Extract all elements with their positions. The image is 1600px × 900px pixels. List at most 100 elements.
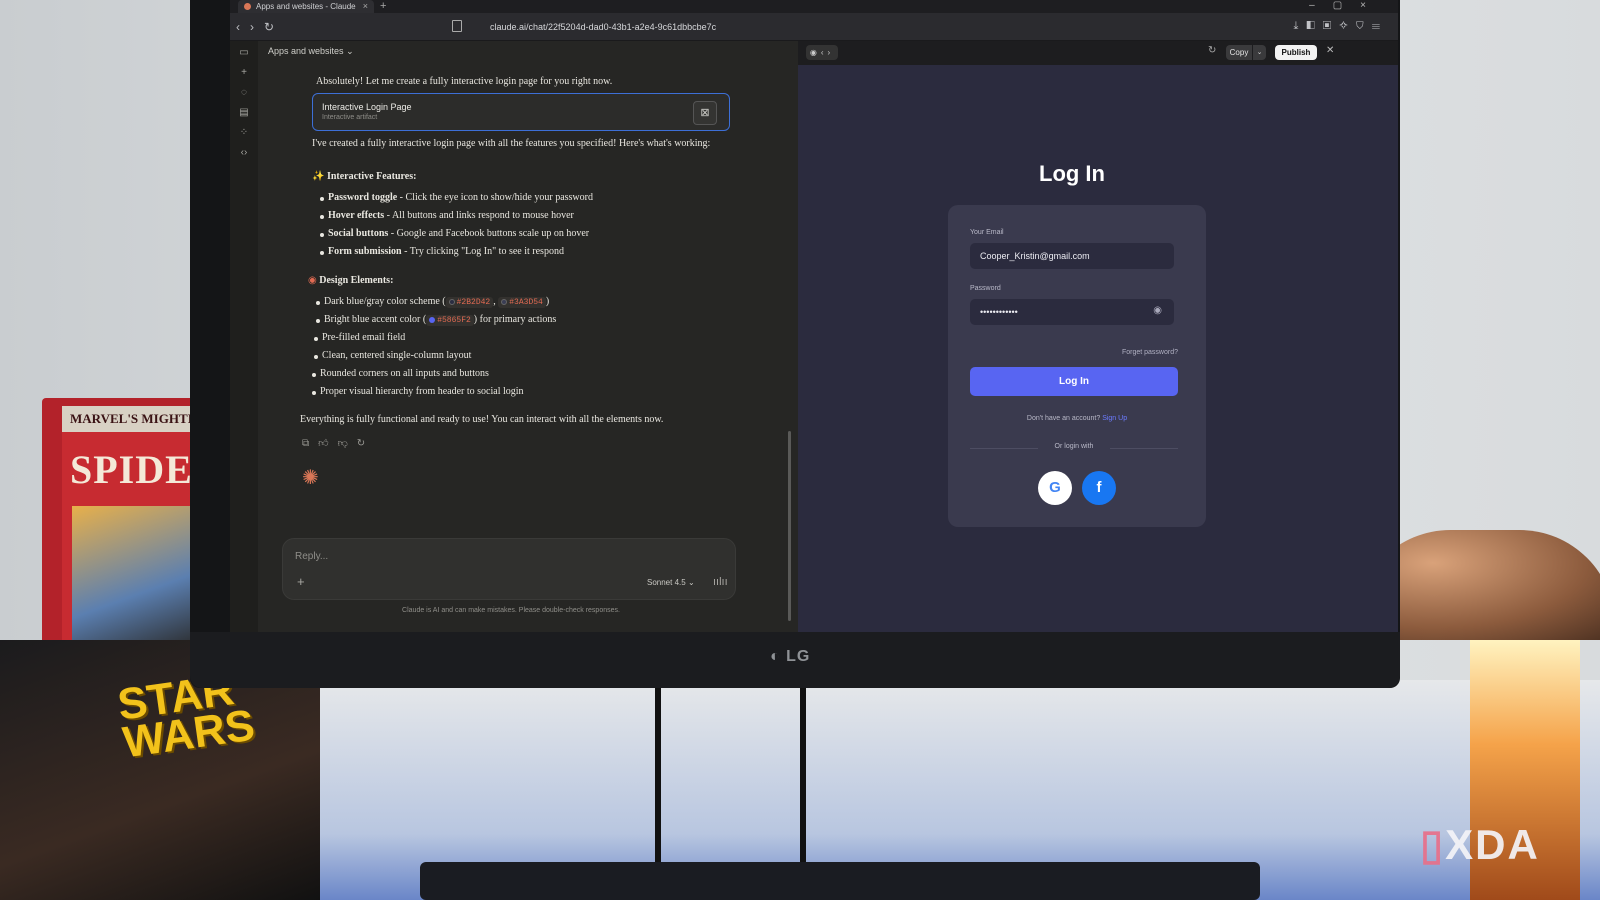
sign-up-link[interactable]: Sign Up (1102, 415, 1127, 422)
claude-spark-icon: ✺ (302, 467, 319, 489)
sidebar-rail: ▭ + ◌ ▤ ⁘ ‹› (230, 41, 258, 632)
monitor-cable (800, 680, 806, 870)
no-account-text: Don't have an account? (1026, 415, 1101, 422)
code-icon: ‹› (820, 48, 835, 57)
code-icon[interactable]: ‹› (230, 147, 258, 158)
artifact-open-icon[interactable]: ⊠ (693, 101, 717, 125)
design-text: Bright blue accent color ( (324, 314, 427, 325)
bullet (320, 233, 324, 237)
email-field[interactable]: Cooper_Kristin@gmail.com (970, 243, 1174, 269)
refresh-icon[interactable]: ↻ (1208, 45, 1216, 56)
google-login-button[interactable]: G (1038, 471, 1072, 505)
scrollbar[interactable] (788, 431, 791, 621)
tab-claude[interactable]: Apps and websites - Claude × (238, 0, 374, 13)
login-title: Log In (1039, 161, 1105, 186)
design-item: Pre-filled email field (322, 332, 406, 343)
feature-desc: - Try clicking "Log In" to see it respon… (401, 246, 564, 257)
sparkle-icon: ✨ (312, 171, 325, 182)
summary-text: I've created a fully interactive login p… (312, 138, 711, 149)
chats-icon[interactable]: ◌ (230, 87, 258, 98)
design-text: ) for primary actions (473, 314, 557, 325)
feature-item: Password toggle - Click the eye icon to … (328, 192, 593, 203)
feature-desc: - All buttons and links respond to mouse… (384, 210, 574, 221)
new-tab-icon[interactable]: + (380, 0, 386, 12)
swatch-icon (501, 298, 508, 305)
project-name: Apps and websites (268, 46, 344, 56)
bullet (320, 251, 324, 255)
swatch-icon (429, 316, 436, 323)
new-chat-icon[interactable]: + (230, 67, 258, 78)
project-selector[interactable]: Apps and websites ⌄ (268, 46, 354, 57)
book-art (72, 506, 202, 646)
message-actions[interactable]: ⧉👍︎👎︎↻ (302, 437, 374, 449)
close-icon[interactable]: ✕ (1326, 45, 1334, 56)
feature-name: Social buttons (328, 228, 389, 239)
publish-button[interactable]: Publish (1275, 45, 1317, 60)
projects-icon[interactable]: ▤ (230, 107, 258, 118)
artifact-title: Interactive Login Page (322, 102, 412, 112)
preview-code-toggle[interactable]: ◉‹› (806, 45, 838, 60)
login-button[interactable]: Log In (970, 367, 1178, 396)
claude-favicon-icon (244, 3, 251, 10)
browser-toolbar: ‹›↻ claude.ai/chat/22f5204d-dad0-43b1-a2… (230, 13, 1398, 41)
or-login-text: Or login with (1038, 443, 1110, 450)
feature-desc: - Click the eye icon to show/hide your p… (397, 192, 593, 203)
nav-buttons[interactable]: ‹›↻ (236, 20, 284, 34)
signup-row: Don't have an account? Sign Up (948, 415, 1206, 422)
design-heading-text: Design Elements: (319, 275, 394, 286)
book-title: SPIDE (70, 447, 193, 492)
add-attachment-icon[interactable]: + (297, 574, 305, 589)
forgot-password-link[interactable]: Forget password? (1122, 349, 1178, 356)
design-item: Dark blue/gray color scheme (#2B2D42, #3… (324, 296, 550, 308)
address-bar[interactable]: claude.ai/chat/22f5204d-dad0-43b1-a2e4-9… (464, 18, 1084, 36)
email-label: Your Email (970, 229, 1004, 236)
facebook-login-button[interactable]: f (1082, 471, 1116, 505)
bullet (316, 319, 320, 323)
voice-icon[interactable]: ıılıı (713, 576, 728, 588)
hex-value: #5865F2 (437, 316, 471, 325)
design-text: ) (545, 296, 550, 307)
tab-title: Apps and websites - Claude (256, 2, 356, 11)
artifact-card[interactable]: Interactive Login Page Interactive artif… (312, 93, 730, 131)
bullet (320, 197, 324, 201)
design-text: Dark blue/gray color scheme ( (324, 296, 446, 307)
feature-item: Hover effects - All buttons and links re… (328, 210, 574, 221)
monitor-brand: ◐ LG (770, 648, 810, 666)
tab-bar: Apps and websites - Claude × + –▢× (230, 0, 1398, 13)
artifact-toolbar: ◉‹› ↻ Copy ⌄ Publish ✕ (798, 41, 1398, 65)
features-heading: ✨ Interactive Features: (312, 171, 416, 182)
hex-value: #2B2D42 (456, 298, 491, 307)
design-heading: ◉ Design Elements: (308, 275, 393, 286)
xda-watermark: ▯XDA (1420, 820, 1540, 869)
browser-tools-icons[interactable]: ⤓◧▣✧⛉☰ (1294, 20, 1389, 33)
xda-text: XDA (1445, 821, 1540, 868)
eye-icon[interactable]: ◉ (1153, 305, 1162, 316)
palette-icon: ◉ (308, 275, 317, 286)
bullet (316, 301, 320, 305)
disclaimer: Claude is AI and can make mistakes. Plea… (402, 607, 620, 614)
chevron-down-icon: ⌄ (687, 578, 695, 587)
artifact-pane: ◉‹› ↻ Copy ⌄ Publish ✕ Log In Your Email… (798, 41, 1398, 632)
reply-input[interactable]: Reply... (295, 551, 328, 562)
screen: Apps and websites - Claude × + –▢× ‹›↻ c… (230, 0, 1398, 632)
divider: Or login with (970, 443, 1178, 453)
sidebar-toggle-icon[interactable]: ▭ (230, 47, 258, 58)
feature-name: Hover effects (328, 210, 385, 221)
password-field[interactable]: •••••••••••• ◉ (970, 299, 1174, 325)
artifacts-icon[interactable]: ⁘ (230, 127, 258, 138)
bookmark-icon[interactable] (452, 20, 462, 32)
keyboard (420, 862, 1260, 900)
bullet (320, 215, 324, 219)
reply-composer[interactable]: Reply... + Sonnet 4.5 ⌄ ıılıı (282, 538, 736, 600)
bullet (312, 391, 316, 395)
lg-logo-icon: ◐ (770, 648, 781, 665)
copy-dropdown-icon[interactable]: ⌄ (1253, 45, 1266, 60)
window-controls[interactable]: –▢× (1309, 0, 1384, 11)
feature-item: Social buttons - Google and Facebook but… (328, 228, 589, 239)
copy-button[interactable]: Copy (1226, 45, 1252, 60)
google-icon: G (1049, 479, 1061, 496)
password-value: •••••••••••• (980, 307, 1018, 317)
model-selector[interactable]: Sonnet 4.5 ⌄ (647, 578, 695, 587)
login-card: Your Email Cooper_Kristin@gmail.com Pass… (948, 205, 1206, 527)
close-tab-icon[interactable]: × (363, 1, 368, 11)
